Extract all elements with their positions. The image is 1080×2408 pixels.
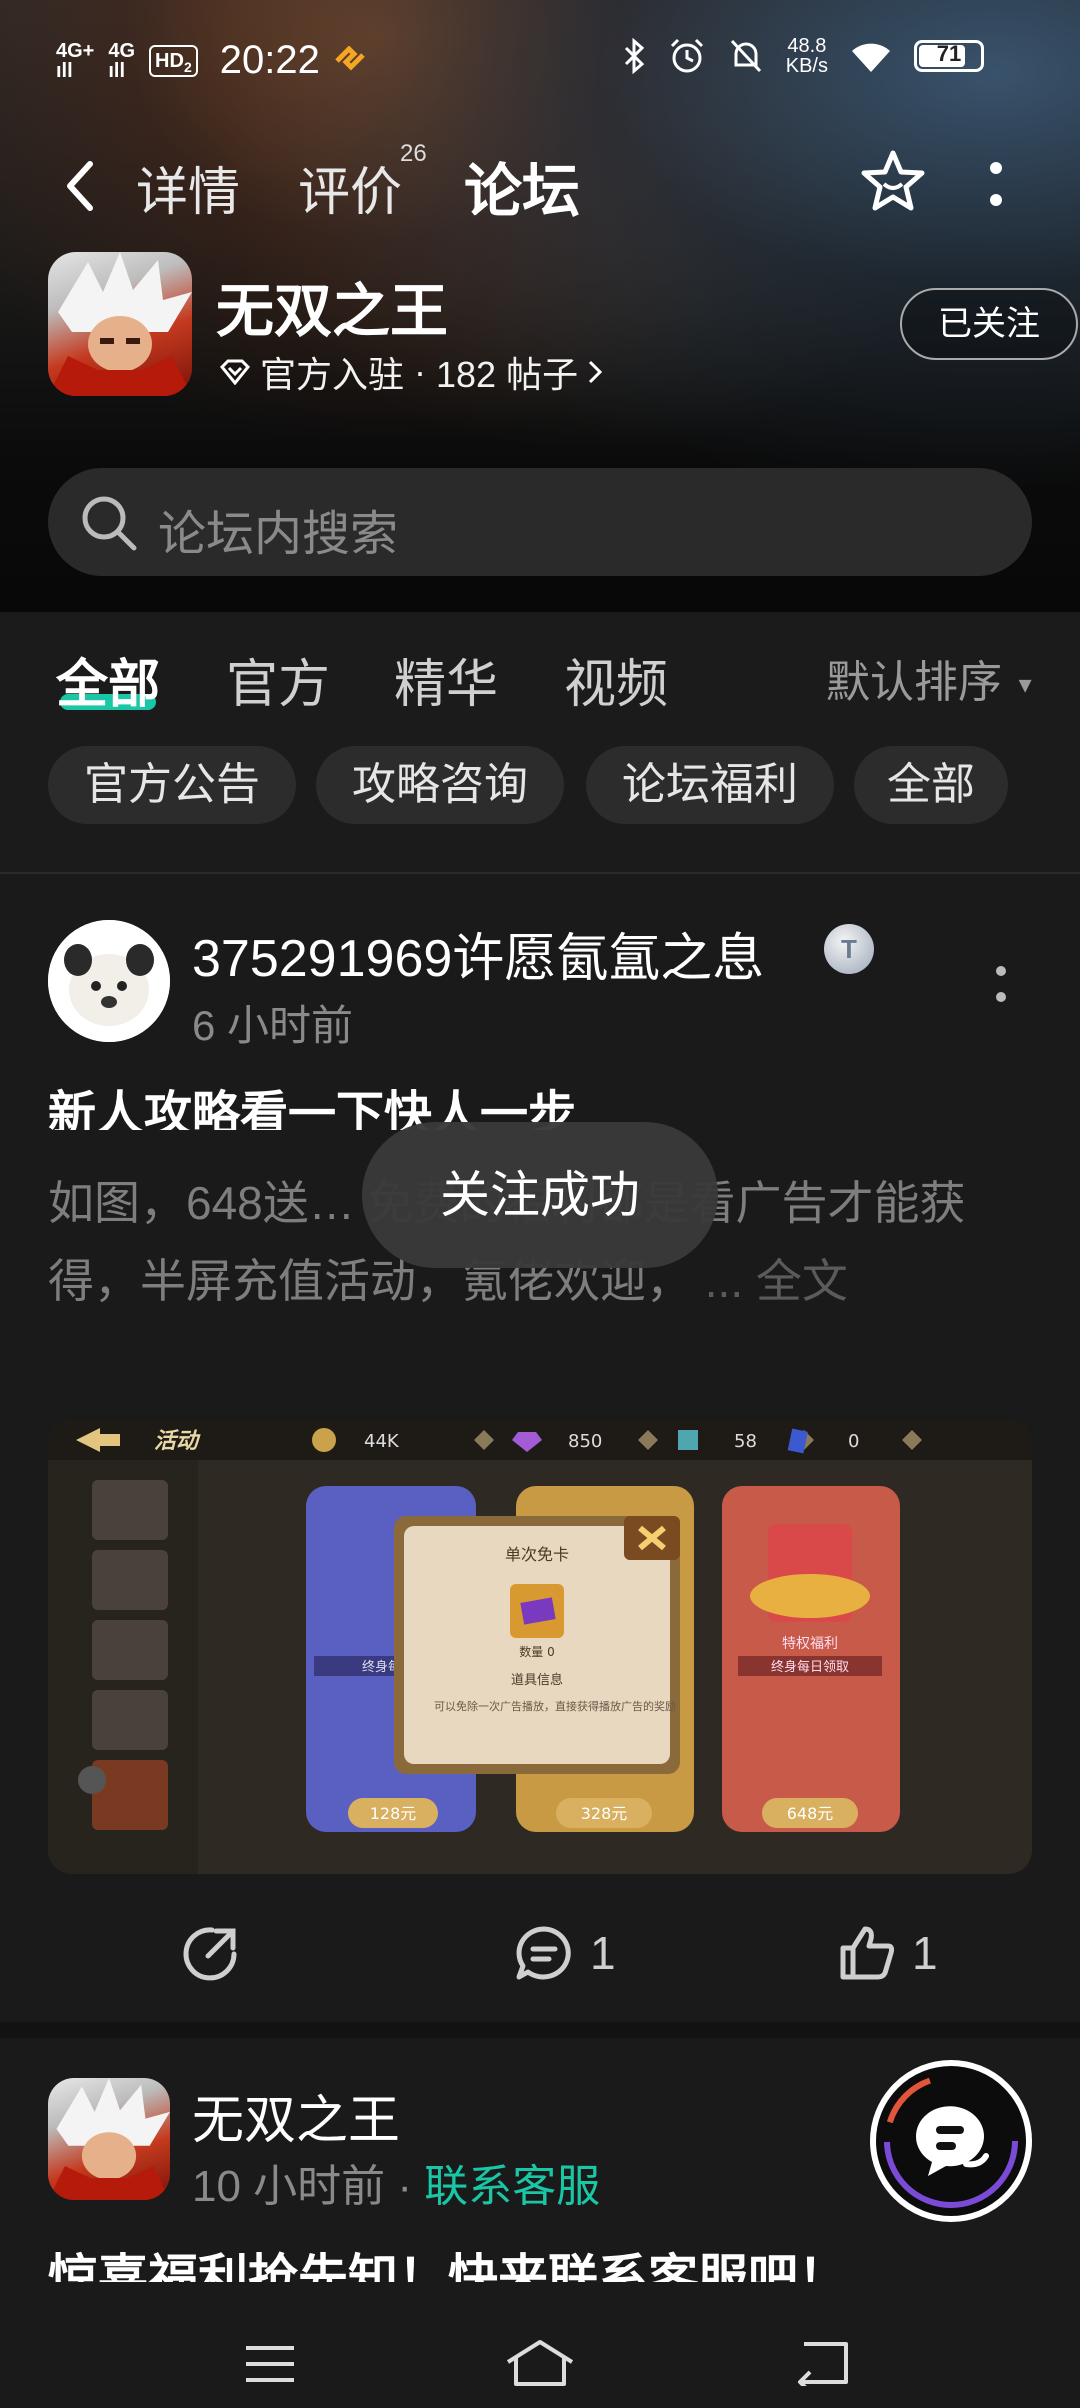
signal-icon: 4G+ ıll xyxy=(56,39,95,82)
forum-search-input[interactable]: 论坛内搜索 xyxy=(48,468,1032,576)
contact-support-link[interactable]: 联系客服 xyxy=(424,2162,600,2211)
post-count-link[interactable]: 182 帖子 xyxy=(436,346,578,398)
floating-chat-button[interactable] xyxy=(870,2060,1032,2222)
post-card[interactable]: 375291969许愿氤氲之息 T 6 小时前 新人攻略看一下快人一步 如图，6… xyxy=(0,874,1080,2024)
image-cubes: 58 xyxy=(734,1431,757,1452)
read-more-link[interactable]: ... 全文 xyxy=(705,1255,848,1307)
thumbs-up-icon xyxy=(840,1926,895,1980)
heart-app-icon xyxy=(335,45,365,71)
image-coins: 44K xyxy=(364,1431,400,1452)
share-icon xyxy=(183,1927,237,1981)
popup-title: 单次免卡 xyxy=(505,1545,569,1564)
post-image[interactable]: 活动 44K 850 58 0 128元 328元 648元 特权福利 终身每日… xyxy=(48,1420,1032,1874)
image-gems: 850 xyxy=(568,1431,602,1452)
avatar[interactable] xyxy=(48,920,170,1042)
tab-details[interactable]: 详情 xyxy=(136,150,240,225)
menu-icon[interactable] xyxy=(244,2344,296,2384)
post-meta: 10 小时前 · 联系客服 xyxy=(192,2162,601,2211)
chat-bubble-icon xyxy=(884,2074,1018,2208)
chip-all[interactable]: 全部 xyxy=(854,746,1008,824)
card3-sub: 终身每日领取 xyxy=(771,1659,849,1675)
filter-panel: 全部 官方 精华 视频 默认排序 ▼ 官方公告 攻略咨询 论坛福利 全部 xyxy=(0,612,1080,872)
tab-reviews[interactable]: 评价 xyxy=(298,150,402,225)
popup-qty: 数量 0 xyxy=(519,1644,554,1659)
toast-message: 关注成功 xyxy=(362,1122,718,1268)
back-icon[interactable] xyxy=(794,2340,850,2386)
game-header: 无双之王 官方入驻 · 182 帖子 已关注 xyxy=(48,250,1078,400)
back-arrow-icon[interactable] xyxy=(60,156,100,216)
meta-separator: · xyxy=(414,351,427,392)
chip-strategy[interactable]: 攻略咨询 xyxy=(316,746,564,824)
more-menu-icon[interactable] xyxy=(986,154,1006,214)
share-button[interactable] xyxy=(182,1924,240,1982)
home-icon[interactable] xyxy=(504,2338,576,2388)
like-count: 1 xyxy=(912,1927,938,1979)
filter-tab-official[interactable]: 官方 xyxy=(226,642,330,717)
filter-tab-video[interactable]: 视频 xyxy=(564,642,668,717)
filter-tab-featured[interactable]: 精华 xyxy=(394,642,498,717)
system-nav-bar xyxy=(0,2298,1080,2408)
network-speed: 48.8 KB/s xyxy=(785,35,828,77)
caret-down-icon: ▼ xyxy=(1014,672,1037,698)
follow-button[interactable]: 已关注 xyxy=(900,288,1078,360)
post-actions: 1 1 xyxy=(0,1924,1080,2004)
avatar[interactable] xyxy=(48,2078,170,2200)
chip-welfare[interactable]: 论坛福利 xyxy=(586,746,834,824)
search-placeholder: 论坛内搜索 xyxy=(158,508,399,561)
post-author[interactable]: 无双之王 xyxy=(192,2078,400,2153)
alarm-icon xyxy=(670,38,703,73)
battery-icon: 71 xyxy=(914,40,984,72)
user-level-badge: T xyxy=(824,924,874,974)
price-128: 128元 xyxy=(370,1804,417,1823)
chip-official-notice[interactable]: 官方公告 xyxy=(48,746,296,824)
review-count: 26 xyxy=(400,140,427,167)
post-separator xyxy=(0,2022,1080,2038)
hd-icon: HD2 xyxy=(149,44,198,77)
price-328: 328元 xyxy=(581,1804,628,1823)
image-cards: 0 xyxy=(848,1431,859,1452)
image-header-text: 活动 xyxy=(154,1429,201,1454)
status-time: 20:22 xyxy=(219,38,320,82)
wifi-icon xyxy=(852,43,890,72)
popup-info-title: 道具信息 xyxy=(511,1672,563,1688)
game-title: 无双之王 xyxy=(216,279,449,344)
card3-label: 特权福利 xyxy=(782,1636,838,1652)
popup-info: 可以免除一次广告播放，直接获得播放广告的奖励 xyxy=(434,1699,676,1713)
post-more-icon[interactable] xyxy=(994,964,1008,1004)
comment-button[interactable]: 1 xyxy=(514,1924,616,1982)
comment-count: 1 xyxy=(590,1927,616,1979)
signal-icon-2: 4G ıll xyxy=(108,39,136,82)
post-title[interactable]: 惊喜福利抢先知！快来联系客服吧！ xyxy=(48,2238,848,2282)
search-icon xyxy=(82,496,137,551)
filter-tab-all[interactable]: 全部 xyxy=(56,642,160,717)
sort-dropdown[interactable]: 默认排序 ▼ xyxy=(826,646,1036,710)
verified-diamond-icon xyxy=(220,359,250,385)
game-app-icon[interactable] xyxy=(48,252,192,396)
top-nav: 详情 评价 26 论坛 xyxy=(0,134,1080,234)
post-time: 6 小时前 xyxy=(192,1002,354,1049)
price-648: 648元 xyxy=(787,1804,834,1823)
game-meta: 官方入驻 · 182 帖子 xyxy=(220,346,603,398)
mute-bell-icon xyxy=(730,39,761,73)
verified-label: 官方入驻 xyxy=(260,354,405,395)
like-button[interactable]: 1 xyxy=(838,1924,938,1982)
favorite-star-icon[interactable] xyxy=(860,148,926,214)
post-author[interactable]: 375291969许愿氤氲之息 xyxy=(192,916,764,991)
status-bar: 4G+ ıll 4G ıll HD2 20:22 48.8 KB/s 71 xyxy=(0,0,1080,120)
chevron-right-icon xyxy=(589,360,603,384)
comment-icon xyxy=(516,1926,571,1980)
bluetooth-icon xyxy=(624,38,644,74)
tab-forum[interactable]: 论坛 xyxy=(464,144,580,228)
